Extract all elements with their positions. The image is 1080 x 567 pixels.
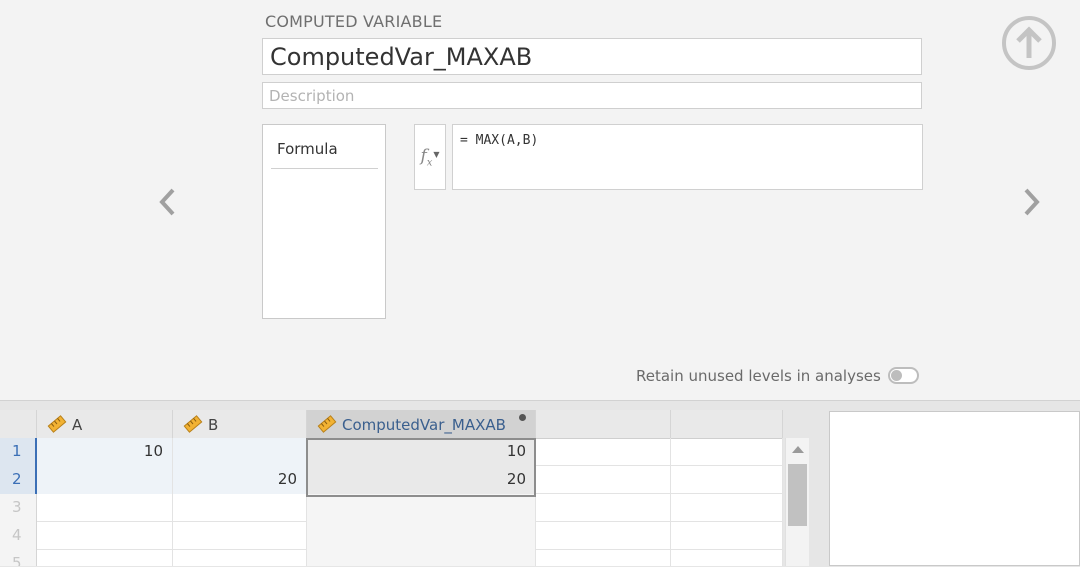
row-number[interactable]: 2: [0, 466, 37, 494]
data-cell[interactable]: [536, 494, 671, 522]
fx-function-icon: fx: [420, 145, 433, 169]
column-header-row: A B ComputedVar_MAXAB: [0, 410, 783, 439]
collapse-up-arrow-icon[interactable]: [1001, 15, 1057, 71]
column-header-label: ComputedVar_MAXAB: [342, 416, 506, 434]
next-variable-arrow-icon[interactable]: [1018, 186, 1044, 218]
data-cell[interactable]: [671, 522, 783, 550]
column-header-label: B: [208, 416, 219, 434]
dropdown-caret-icon: ▼: [433, 149, 440, 159]
data-cell[interactable]: [37, 522, 173, 550]
data-cell[interactable]: 20: [307, 466, 536, 494]
function-picker-button[interactable]: fx ▼: [414, 124, 446, 190]
formula-input[interactable]: = MAX(A,B): [452, 124, 923, 190]
column-header-empty[interactable]: [536, 410, 671, 438]
continuous-ruler-icon: [183, 415, 203, 433]
row-number[interactable]: 1: [0, 438, 37, 466]
table-row: 1 10 10: [0, 438, 783, 466]
section-title: COMPUTED VARIABLE: [265, 12, 443, 31]
data-cell[interactable]: [307, 522, 536, 550]
data-cell[interactable]: [307, 494, 536, 522]
row-number[interactable]: 4: [0, 522, 37, 550]
results-panel: [829, 411, 1080, 566]
column-header-label: A: [72, 416, 83, 434]
data-cell[interactable]: [536, 438, 671, 466]
column-header-b[interactable]: B: [173, 410, 307, 438]
data-cell[interactable]: [173, 494, 307, 522]
row-number[interactable]: 5: [0, 550, 37, 566]
data-cell[interactable]: [307, 550, 536, 566]
table-row: 3: [0, 494, 783, 522]
scrollbar-thumb[interactable]: [788, 464, 807, 526]
row-number[interactable]: 3: [0, 494, 37, 522]
scroll-up-arrow-icon[interactable]: [792, 446, 804, 453]
vertical-scrollbar[interactable]: [785, 438, 809, 566]
data-cell[interactable]: [173, 438, 307, 466]
data-grid: A B ComputedVar_MAXAB 1 10 10 2 20 20 3 …: [0, 410, 783, 566]
data-cell[interactable]: [37, 550, 173, 566]
formula-list: Formula: [262, 124, 386, 319]
data-cell[interactable]: 10: [307, 438, 536, 466]
computed-variable-setup: COMPUTED VARIABLE ComputedVar_MAXAB Desc…: [0, 0, 1080, 400]
column-header-computedvar-maxab[interactable]: ComputedVar_MAXAB: [307, 410, 536, 438]
description-field[interactable]: Description: [262, 82, 922, 109]
computed-variable-marker-icon: [519, 414, 526, 421]
data-cell[interactable]: [671, 494, 783, 522]
corner-cell[interactable]: [0, 410, 37, 438]
retain-unused-levels-toggle[interactable]: [888, 367, 919, 384]
data-cell[interactable]: [671, 466, 783, 494]
data-cell[interactable]: [173, 550, 307, 566]
column-header-empty[interactable]: [671, 410, 783, 438]
table-row: 2 20 20: [0, 466, 783, 494]
continuous-ruler-icon: [47, 415, 67, 433]
data-cell[interactable]: [536, 466, 671, 494]
continuous-ruler-icon: [317, 415, 337, 433]
column-header-a[interactable]: A: [37, 410, 173, 438]
variable-name-field[interactable]: ComputedVar_MAXAB: [262, 38, 922, 75]
previous-variable-arrow-icon[interactable]: [155, 186, 181, 218]
toggle-knob: [891, 370, 902, 381]
data-cell[interactable]: [671, 438, 783, 466]
data-cell[interactable]: [37, 466, 173, 494]
data-cell[interactable]: [671, 550, 783, 566]
retain-unused-levels-label: Retain unused levels in analyses: [636, 367, 881, 385]
table-row: 4: [0, 522, 783, 550]
data-cell[interactable]: [37, 494, 173, 522]
data-cell[interactable]: [173, 522, 307, 550]
data-cell[interactable]: [536, 522, 671, 550]
formula-list-item[interactable]: Formula: [271, 140, 378, 169]
data-cell[interactable]: 20: [173, 466, 307, 494]
data-cell[interactable]: 10: [37, 438, 173, 466]
table-row: 5: [0, 550, 783, 566]
data-cell[interactable]: [536, 550, 671, 566]
